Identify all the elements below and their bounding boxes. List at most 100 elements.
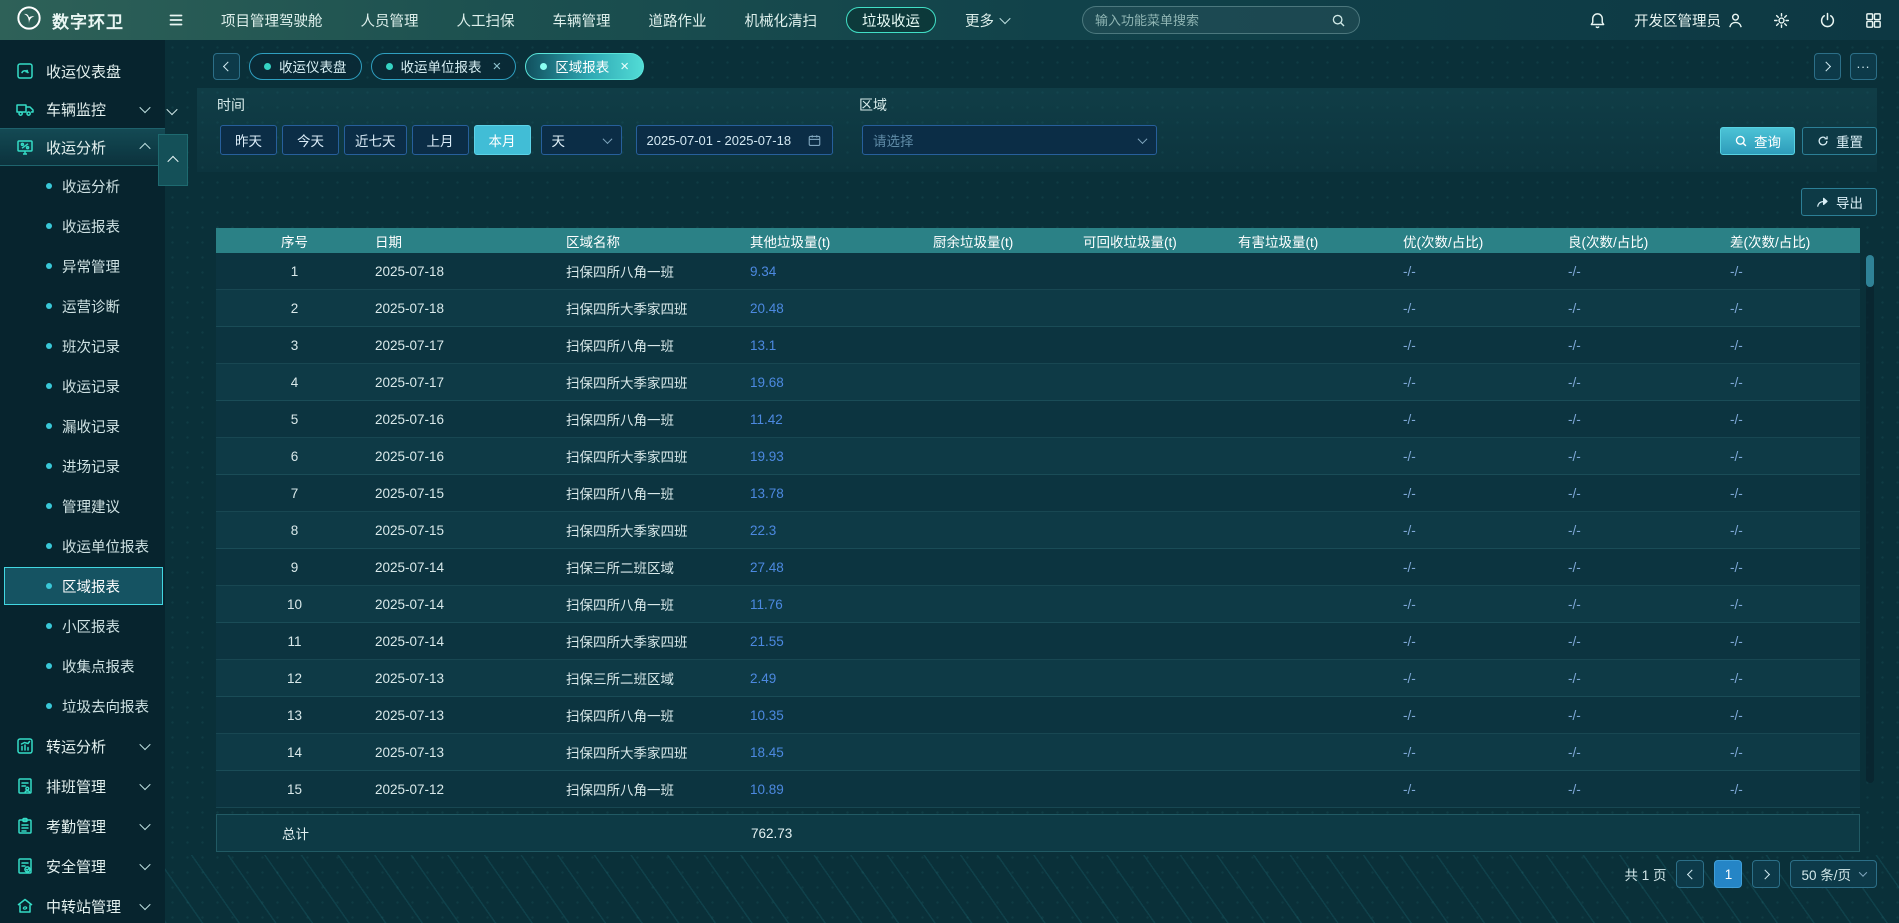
table-row[interactable]: 52025-07-16扫保四所八角一班11.42-/--/--/-	[216, 401, 1860, 438]
tabs-scroll-left-button[interactable]	[213, 53, 240, 80]
topnav-item-label: 车辆管理	[553, 10, 611, 31]
user-account[interactable]: 开发区管理员	[1634, 10, 1745, 31]
table-cell: 5	[216, 401, 373, 437]
export-button[interactable]: 导出	[1801, 188, 1877, 216]
quick-range-button[interactable]: 本月	[474, 125, 531, 155]
topnav-item[interactable]: 人工扫保	[438, 0, 534, 40]
table-row[interactable]: 122025-07-13扫保三所二班区域2.49-/--/--/-	[216, 660, 1860, 697]
sidebar-item-shift-management[interactable]: 排班管理	[0, 766, 165, 806]
column-header: 区域名称	[564, 228, 748, 253]
menu-icon[interactable]	[166, 10, 186, 30]
tab-close-icon[interactable]: ×	[620, 59, 629, 74]
table-row[interactable]: 32025-07-17扫保四所八角一班13.1-/--/--/-	[216, 327, 1860, 364]
reset-button[interactable]: 重置	[1802, 127, 1877, 155]
topnav-item[interactable]: 人员管理	[342, 0, 438, 40]
tabs-more-button[interactable]: ...	[1850, 53, 1877, 80]
sidebar-subitem[interactable]: 收运单位报表	[0, 526, 165, 566]
sidebar-item-label: 收运分析	[46, 137, 106, 158]
table-row[interactable]: 102025-07-14扫保四所八角一班11.76-/--/--/-	[216, 586, 1860, 623]
table-row[interactable]: 82025-07-15扫保四所大季家四班22.3-/--/--/-	[216, 512, 1860, 549]
sidebar-item-collection-analysis[interactable]: 收运分析	[0, 128, 165, 166]
scrollbar-thumb[interactable]	[1866, 255, 1874, 287]
table-cell: -/-	[1728, 475, 1860, 511]
tabs-scroll-right-button[interactable]	[1814, 53, 1841, 80]
function-search[interactable]	[1082, 6, 1360, 34]
tab-close-icon[interactable]: ×	[493, 59, 502, 74]
search-icon[interactable]	[1330, 12, 1347, 29]
prev-page-button[interactable]	[1676, 860, 1704, 888]
query-button-label: 查询	[1754, 131, 1781, 151]
topnav-item[interactable]: 更多	[946, 0, 1028, 40]
sidebar-item-vehicle-monitor[interactable]: 车辆监控	[0, 90, 165, 128]
table-cell: 扫保四所大季家四班	[564, 623, 748, 659]
topnav-item[interactable]: 道路作业	[630, 0, 726, 40]
table-cell: -/-	[1401, 512, 1566, 548]
panel-collapse-up-button[interactable]	[158, 134, 188, 186]
sidebar-subitem[interactable]: 收运记录	[0, 366, 165, 406]
tab-item[interactable]: 区域报表×	[525, 53, 644, 80]
table-cell	[1236, 364, 1401, 400]
quick-range-button[interactable]: 近七天	[344, 125, 407, 155]
table-row[interactable]: 152025-07-12扫保四所八角一班10.89-/--/--/-	[216, 771, 1860, 808]
table-scrollbar[interactable]	[1866, 255, 1874, 783]
sidebar-item-dashboard[interactable]: 收运仪表盘	[0, 52, 165, 90]
quick-range-button[interactable]: 今天	[282, 125, 339, 155]
next-page-button[interactable]	[1752, 860, 1780, 888]
sidebar-subitem[interactable]: 收集点报表	[0, 646, 165, 686]
notification-bell-icon[interactable]	[1588, 11, 1607, 30]
table-cell	[1236, 401, 1401, 437]
topnav-item[interactable]: 垃圾收运	[846, 7, 936, 33]
query-button[interactable]: 查询	[1720, 127, 1795, 155]
sidebar-subitem[interactable]: 收运报表	[0, 206, 165, 246]
total-label: 总计	[217, 815, 374, 851]
sidebar-subitem[interactable]: 收运分析	[0, 166, 165, 206]
sidebar-subitem[interactable]: 区域报表	[4, 567, 163, 605]
sidebar-subitem[interactable]: 异常管理	[0, 246, 165, 286]
settings-gear-icon[interactable]	[1772, 11, 1791, 30]
current-page-button[interactable]: 1	[1714, 860, 1742, 888]
panel-collapse-down-button[interactable]	[168, 102, 176, 120]
date-range-picker[interactable]: 2025-07-01 - 2025-07-18	[636, 125, 833, 155]
table-row[interactable]: 132025-07-13扫保四所八角一班10.35-/--/--/-	[216, 697, 1860, 734]
search-input[interactable]	[1095, 13, 1322, 28]
sidebar-item-attendance-management[interactable]: 考勤管理	[0, 806, 165, 846]
table-row[interactable]: 112025-07-14扫保四所大季家四班21.55-/--/--/-	[216, 623, 1860, 660]
sidebar-item-transfer-station[interactable]: 中转站管理	[0, 886, 165, 923]
table-row[interactable]: 142025-07-13扫保四所大季家四班18.45-/--/--/-	[216, 734, 1860, 771]
table-cell	[1081, 586, 1236, 622]
table-row[interactable]: 92025-07-14扫保三所二班区域27.48-/--/--/-	[216, 549, 1860, 586]
sidebar-item-transfer-analysis[interactable]: 转运分析	[0, 726, 165, 766]
topnav-item[interactable]: 项目管理驾驶舱	[202, 0, 342, 40]
topnav-item[interactable]: 机械化清扫	[726, 0, 837, 40]
table-row[interactable]: 22025-07-18扫保四所大季家四班20.48-/--/--/-	[216, 290, 1860, 327]
topnav-item[interactable]: 车辆管理	[534, 0, 630, 40]
sidebar-subitem[interactable]: 进场记录	[0, 446, 165, 486]
table-row[interactable]: 72025-07-15扫保四所八角一班13.78-/--/--/-	[216, 475, 1860, 512]
tab-item[interactable]: 收运单位报表×	[371, 53, 517, 80]
sidebar-subitem-label: 管理建议	[62, 496, 120, 517]
quick-range-button[interactable]: 昨天	[220, 125, 277, 155]
table-cell: 扫保四所八角一班	[564, 327, 748, 363]
sidebar-item-safety-management[interactable]: 安全管理	[0, 846, 165, 886]
apps-grid-icon[interactable]	[1864, 11, 1883, 30]
table-cell	[1081, 475, 1236, 511]
table-cell: 22.3	[748, 512, 931, 548]
power-logout-icon[interactable]	[1818, 11, 1837, 30]
sidebar-subitem[interactable]: 运营诊断	[0, 286, 165, 326]
page-size-select[interactable]: 50 条/页	[1790, 860, 1877, 888]
quick-range-button[interactable]: 上月	[412, 125, 469, 155]
bullet-dot-icon	[46, 423, 52, 429]
sidebar-subitem[interactable]: 管理建议	[0, 486, 165, 526]
chart-icon	[15, 736, 35, 756]
sidebar-subitem[interactable]: 小区报表	[0, 606, 165, 646]
table-row[interactable]: 42025-07-17扫保四所大季家四班19.68-/--/--/-	[216, 364, 1860, 401]
tab-item[interactable]: 收运仪表盘	[249, 53, 362, 80]
table-row[interactable]: 62025-07-16扫保四所大季家四班19.93-/--/--/-	[216, 438, 1860, 475]
granularity-select[interactable]: 天	[541, 125, 622, 155]
table-row[interactable]: 12025-07-18扫保四所八角一班9.34-/--/--/-	[216, 253, 1860, 290]
table-cell: -/-	[1401, 549, 1566, 585]
sidebar-subitem[interactable]: 垃圾去向报表	[0, 686, 165, 726]
area-select[interactable]: 请选择	[862, 125, 1157, 155]
sidebar-subitem[interactable]: 班次记录	[0, 326, 165, 366]
sidebar-subitem[interactable]: 漏收记录	[0, 406, 165, 446]
